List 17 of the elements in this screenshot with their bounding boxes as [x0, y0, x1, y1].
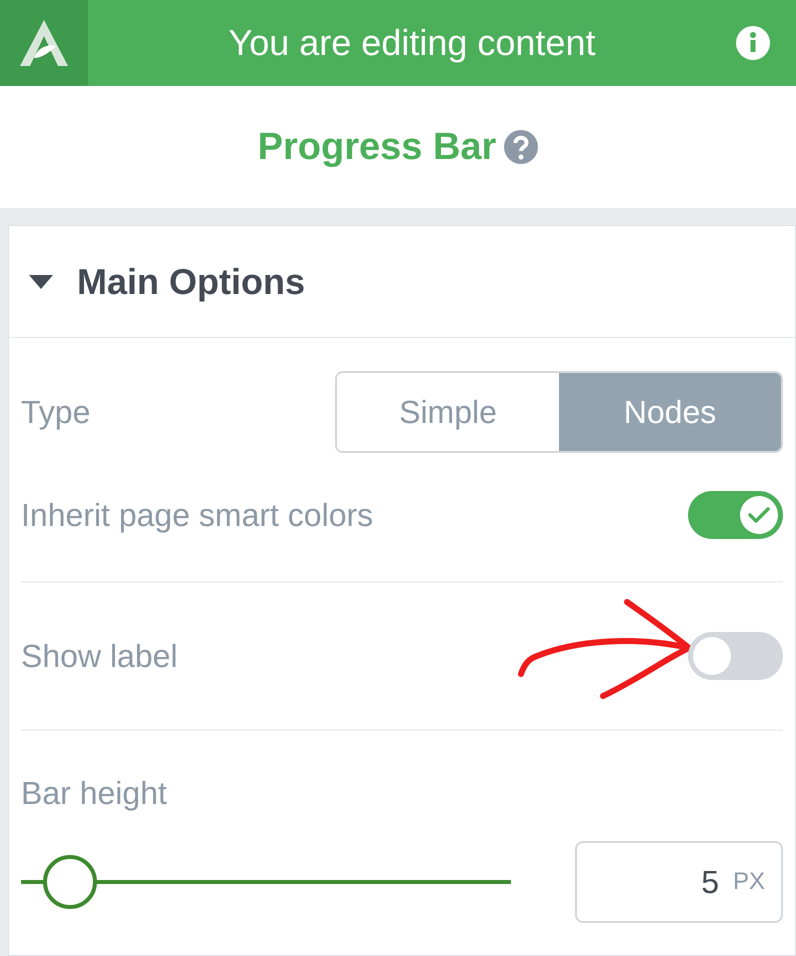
toggle-label: Inherit page smart colors: [21, 496, 374, 535]
toggle-switch[interactable]: [688, 632, 783, 680]
type-label: Type: [21, 393, 90, 432]
bar-height-label: Bar height: [21, 774, 168, 813]
element-title: Progress Bar: [258, 124, 496, 170]
help-icon[interactable]: [504, 130, 538, 164]
section-title: Main Options: [77, 260, 305, 304]
section-header[interactable]: Main Options: [9, 226, 795, 338]
toggle-switch[interactable]: [688, 491, 783, 539]
unit-label: PX: [732, 867, 765, 897]
check-icon: [748, 506, 770, 524]
toggle-label: Show label: [21, 637, 178, 676]
info-icon[interactable]: [736, 26, 770, 60]
caret-icon: [29, 274, 53, 288]
header-title: You are editing content: [228, 21, 596, 65]
field-value: 5: [701, 863, 719, 902]
bar-height-field[interactable]: 5 PX: [575, 841, 783, 923]
